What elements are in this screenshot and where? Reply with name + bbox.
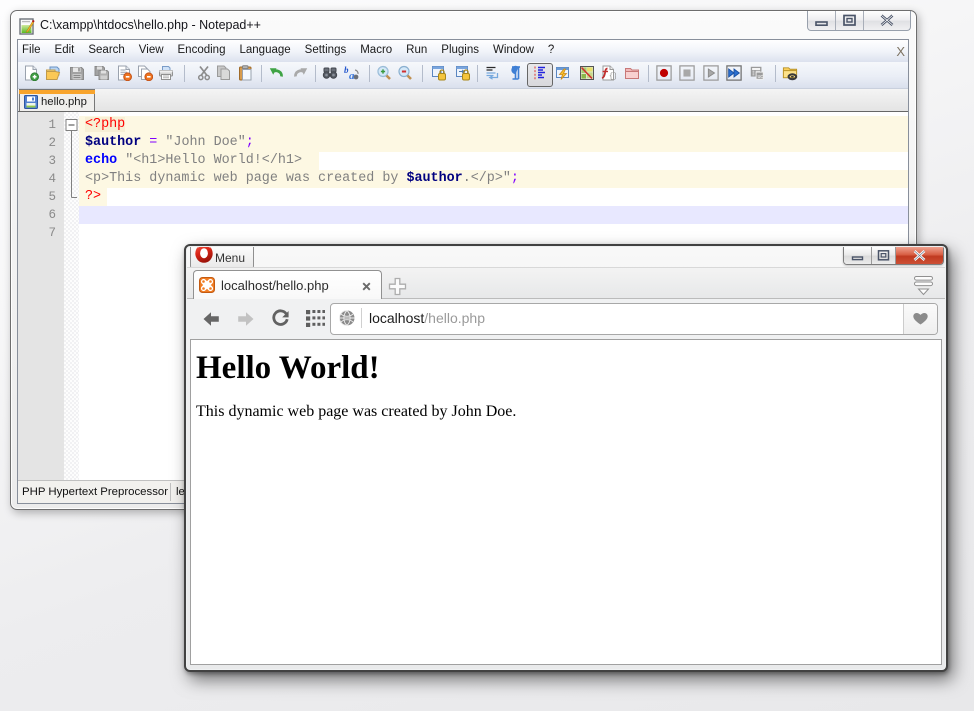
svg-text:a: a <box>349 70 355 81</box>
svg-text:uc: uc <box>757 74 763 80</box>
svg-text:{}: {} <box>609 73 616 81</box>
